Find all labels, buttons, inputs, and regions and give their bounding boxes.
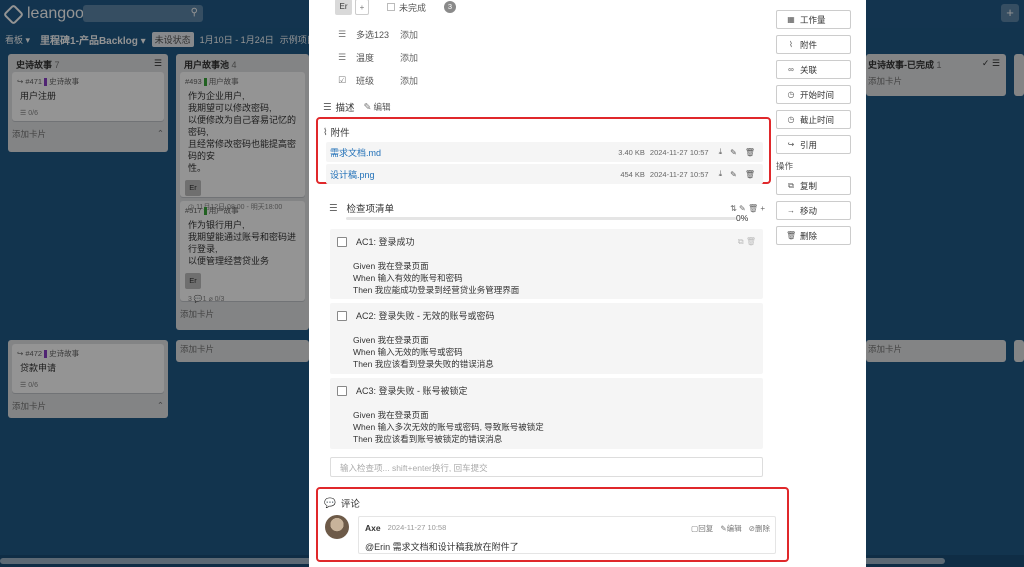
move-button[interactable]: → 移动	[776, 201, 851, 220]
paperclip-icon: ⌇	[323, 126, 328, 138]
add-field-value[interactable]: 添加	[400, 28, 418, 41]
clock-icon: ◷	[787, 90, 795, 99]
reference-button[interactable]: ↪ 引用	[776, 135, 851, 154]
checklist-checkbox[interactable]	[337, 310, 347, 321]
edit-icon: ✎	[363, 101, 372, 113]
card-detail-modal: Er + 未完成 3 ☰ 多选123 添加 ☰ 温度 添加 ☑ 班级 添加 ☰ …	[309, 0, 866, 567]
arrow-icon: →	[787, 206, 795, 215]
copy-icon: ⧉	[788, 180, 794, 190]
trash-icon[interactable]: 🗑	[745, 148, 755, 157]
attachment-date: 2024-11-27 10:57	[649, 169, 709, 179]
comment-edit-button[interactable]: ✎编辑	[720, 524, 741, 533]
description-title: 描述	[335, 103, 355, 114]
add-member-button[interactable]: +	[355, 0, 369, 15]
unfinished-count: 3	[444, 1, 457, 13]
field-name: 多选123	[356, 30, 390, 40]
attachment-date: 2024-11-27 10:57	[649, 147, 709, 157]
add-field-value[interactable]: 添加	[400, 74, 418, 87]
attachment-button[interactable]: ⌇ 附件	[776, 35, 851, 54]
link-icon: ∞	[788, 65, 794, 74]
grid-icon: ▦	[787, 15, 795, 24]
attachment-name[interactable]: 需求文档.md	[330, 146, 618, 159]
attachment-row: 需求文档.md 3.40 KB 2024-11-27 10:57 ⤓ ✎ 🗑	[326, 142, 763, 162]
delete-button[interactable]: 🗑 删除	[776, 226, 851, 245]
comment-time: 2024-11-27 10:58	[387, 523, 447, 532]
description-edit-button[interactable]: 编辑	[374, 101, 391, 113]
side-actions: ▦ 工作量 ⌇ 附件 ∞ 关联 ◷ 开始时间 ◷ 截止时间 ↪ 引用 操作 ⧉ 复制 → 移动 …	[776, 10, 852, 251]
due-time-button[interactable]: ◷ 截止时间	[776, 110, 851, 129]
comments-section: 💬 评论 Axe 2024-11-27 10:58 ▢回复 ✎编辑 ⊘删除 @E…	[316, 487, 789, 562]
checklist-checkbox[interactable]	[337, 385, 347, 396]
comment-delete-button[interactable]: ⊘删除	[749, 524, 770, 533]
link-button[interactable]: ∞ 关联	[776, 60, 851, 79]
comment-icon: 💬	[324, 497, 336, 509]
attachments-section: ⌇ 附件 需求文档.md 3.40 KB 2024-11-27 10:57 ⤓ …	[316, 117, 771, 184]
checklist-progress	[346, 217, 736, 220]
member-avatar[interactable]: Er	[335, 0, 352, 15]
edit-icon[interactable]: ✎	[739, 204, 746, 213]
checklist-input[interactable]: 输入检查项... shift+enter换行, 回车提交	[330, 457, 763, 477]
trash-icon[interactable]: 🗑	[746, 237, 756, 246]
checklist-item: AC1: 登录成功 ⧉ 🗑 Given 我在登录页面 When 输入有效的账号和…	[330, 229, 763, 299]
add-field-value[interactable]: 添加	[400, 51, 418, 64]
trash-icon[interactable]: 🗑	[748, 204, 758, 213]
attachment-size: 454 KB	[620, 169, 645, 179]
sort-icon[interactable]: ⇅	[730, 204, 737, 213]
checklist-icon: ☰	[329, 202, 338, 214]
checklist-item: AC3: 登录失败 - 账号被锁定 Given 我在登录页面 When 输入多次…	[330, 378, 763, 449]
checklist-header: ☰ 检查项清单 ⇅ ✎ 🗑 +	[329, 200, 765, 216]
field-name: 班级	[356, 76, 375, 86]
comments-title: 评论	[340, 499, 360, 510]
checklist-item-title[interactable]: AC3: 登录失败 - 账号被锁定	[356, 384, 468, 397]
trash-icon[interactable]: 🗑	[745, 170, 755, 179]
checklist-item-title[interactable]: AC1: 登录成功	[356, 235, 415, 248]
unfinished-checkbox[interactable]	[387, 3, 395, 11]
copy-button[interactable]: ⧉ 复制	[776, 176, 851, 195]
avatar[interactable]	[325, 515, 349, 539]
workload-button[interactable]: ▦ 工作量	[776, 10, 851, 29]
share-icon: ↪	[787, 140, 795, 149]
edit-icon[interactable]: ✎	[730, 148, 737, 157]
description-icon: ☰	[323, 101, 332, 113]
checklist-checkbox[interactable]	[337, 236, 347, 247]
attachment-size: 3.40 KB	[618, 147, 645, 157]
copy-icon[interactable]: ⧉	[738, 237, 744, 246]
unfinished-label: 未完成	[399, 2, 427, 13]
operations-title: 操作	[776, 161, 794, 171]
clock-icon: ◷	[787, 115, 795, 124]
attachment-row: 设计稿.png 454 KB 2024-11-27 10:57 ⤓ ✎ 🗑	[326, 164, 763, 184]
comment-author: Axe	[365, 523, 381, 533]
check-icon: ☑	[337, 75, 347, 85]
attachment-name[interactable]: 设计稿.png	[330, 168, 620, 181]
comment-text: @Erin 需求文档和设计稿我放在附件了	[365, 542, 519, 552]
edit-icon[interactable]: ✎	[730, 170, 737, 179]
trash-icon: 🗑	[786, 231, 797, 240]
checklist-item: AC2: 登录失败 - 无效的账号或密码 Given 我在登录页面 When 输…	[330, 303, 763, 374]
list-icon: ☰	[337, 52, 347, 62]
attachments-title: 附件	[330, 128, 350, 139]
download-icon[interactable]: ⤓	[719, 147, 723, 157]
paperclip-icon: ⌇	[789, 40, 793, 49]
start-time-button[interactable]: ◷ 开始时间	[776, 85, 851, 104]
download-icon[interactable]: ⤓	[719, 169, 723, 179]
checklist-title: 检查项清单	[346, 204, 395, 215]
checklist-item-title[interactable]: AC2: 登录失败 - 无效的账号或密码	[356, 309, 495, 322]
field-name: 温度	[356, 53, 375, 63]
reply-button[interactable]: ▢回复	[691, 524, 713, 533]
list-icon: ☰	[337, 29, 347, 39]
add-icon[interactable]: +	[760, 204, 765, 213]
comment-card: Axe 2024-11-27 10:58 ▢回复 ✎编辑 ⊘删除 @Erin 需…	[358, 516, 776, 554]
checklist-percent: 0%	[736, 213, 749, 223]
